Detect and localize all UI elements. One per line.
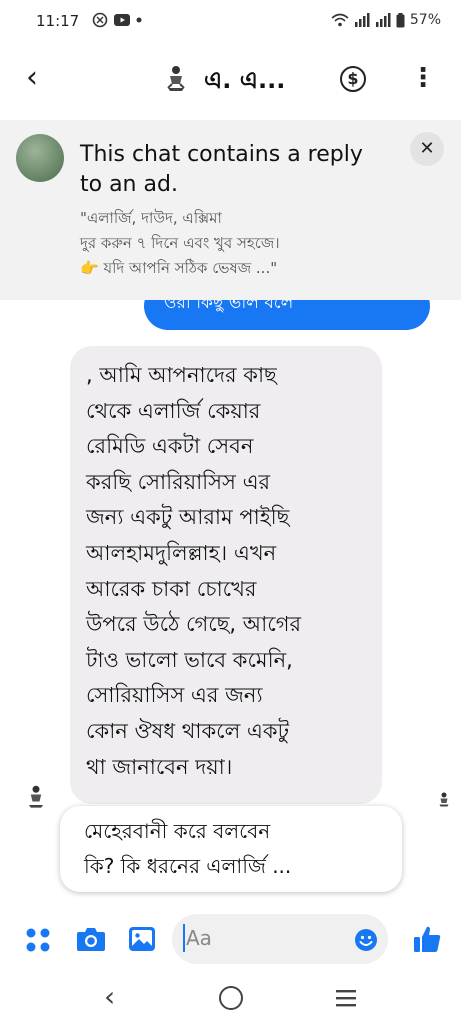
nav-home-button[interactable] — [219, 986, 243, 1010]
contact-avatar[interactable] — [160, 64, 192, 96]
reply-message-text: মেহেরবানী করে বলবেন কি? কি ধরনের এলার্জি… — [84, 814, 384, 884]
status-system-icons: 57% — [331, 12, 441, 28]
like-icon[interactable] — [412, 924, 442, 954]
message-line: রেমিডি একটা সেবন — [86, 434, 254, 459]
message-line: আলহামদুলিল্লাহ। এখন — [86, 540, 277, 565]
ad-snippet-line: দুর করুন ৭ দিনে এবং খুব সহজে। — [80, 234, 280, 252]
text-caret — [183, 924, 185, 952]
wifi-icon — [331, 13, 349, 27]
message-line: কি? কি ধরনের এলার্জি ... — [84, 854, 292, 878]
chat-header: ‹ এ. এ... $ ⋮ — [0, 50, 461, 110]
signal-icon — [354, 13, 370, 27]
status-time: 11:17 — [36, 12, 80, 30]
ad-snippet: "এলার্জি, দাউদ, এক্সিমা দুর করুন ৭ দিনে … — [80, 206, 420, 281]
incoming-message-text: , আমি আপনাদের কাছ থেকে এলার্জি কেয়ার রে… — [86, 358, 376, 785]
message-line: উপরে উঠে গেছে, আগের — [86, 612, 302, 637]
message-line: কোন ঔষধ থাকলে একটু — [86, 718, 290, 743]
payment-button[interactable]: $ — [340, 66, 366, 92]
message-line: মেহেরবানী করে বলবেন — [84, 819, 271, 843]
youtube-icon — [114, 14, 130, 26]
messenger-chat-screen: 11:17 57% ‹ এ. এ... $ ⋮ ওরা কিছু ভাল বলে… — [0, 0, 461, 1024]
message-line: জন্য একটু আরাম পাইছি — [86, 505, 290, 530]
system-navigation-bar: ‹ — [0, 976, 461, 1024]
more-options-icon[interactable]: ⋮ — [410, 62, 436, 94]
message-line: থেকে এলার্জি কেয়ার — [86, 398, 261, 423]
ad-snippet-line: "এলার্জি, দাউদ, এক্সিমা — [80, 209, 222, 227]
seen-indicator-avatar — [439, 792, 449, 807]
sender-avatar[interactable] — [22, 784, 50, 812]
battery-percent: 57% — [409, 12, 441, 28]
message-line: টাও ভালো ভাবে কমেনি, — [86, 647, 293, 672]
status-notification-icons — [92, 12, 142, 28]
ad-banner-title: This chat contains a reply to an ad. — [80, 142, 363, 197]
ad-thumbnail — [16, 134, 64, 182]
signal-icon-2 — [375, 13, 391, 27]
contact-name[interactable]: এ. এ... — [204, 62, 285, 102]
data-saver-icon — [92, 12, 108, 28]
message-line: করছি সোরিয়াসিস এর — [86, 469, 271, 494]
status-bar: 11:17 57% — [0, 0, 461, 44]
camera-icon[interactable] — [76, 926, 106, 952]
ad-reply-banner[interactable]: This chat contains a reply to an ad. "এল… — [0, 120, 461, 300]
close-icon[interactable]: ✕ — [410, 132, 444, 166]
nav-recents-button[interactable] — [334, 988, 358, 1008]
emoji-icon[interactable] — [354, 928, 378, 952]
dot-icon — [136, 17, 142, 23]
back-button[interactable]: ‹ — [26, 60, 38, 96]
message-line: আরেক চাকা চোখের — [86, 576, 257, 601]
gallery-icon[interactable] — [128, 926, 156, 952]
message-line: সোরিয়াসিস এর জন্য — [86, 683, 263, 708]
nav-back-button[interactable]: ‹ — [104, 980, 115, 1013]
apps-icon[interactable] — [24, 926, 52, 954]
ad-snippet-line: 👉 যদি আপনি সঠিক ভেষজ ..." — [80, 259, 278, 277]
message-line: , আমি আপনাদের কাছ — [86, 363, 277, 387]
battery-icon — [396, 12, 405, 27]
message-input-placeholder: Aa — [186, 926, 212, 950]
message-composer: Aa — [0, 910, 461, 970]
message-line: থা জানাবেন দয়া। — [86, 754, 233, 779]
